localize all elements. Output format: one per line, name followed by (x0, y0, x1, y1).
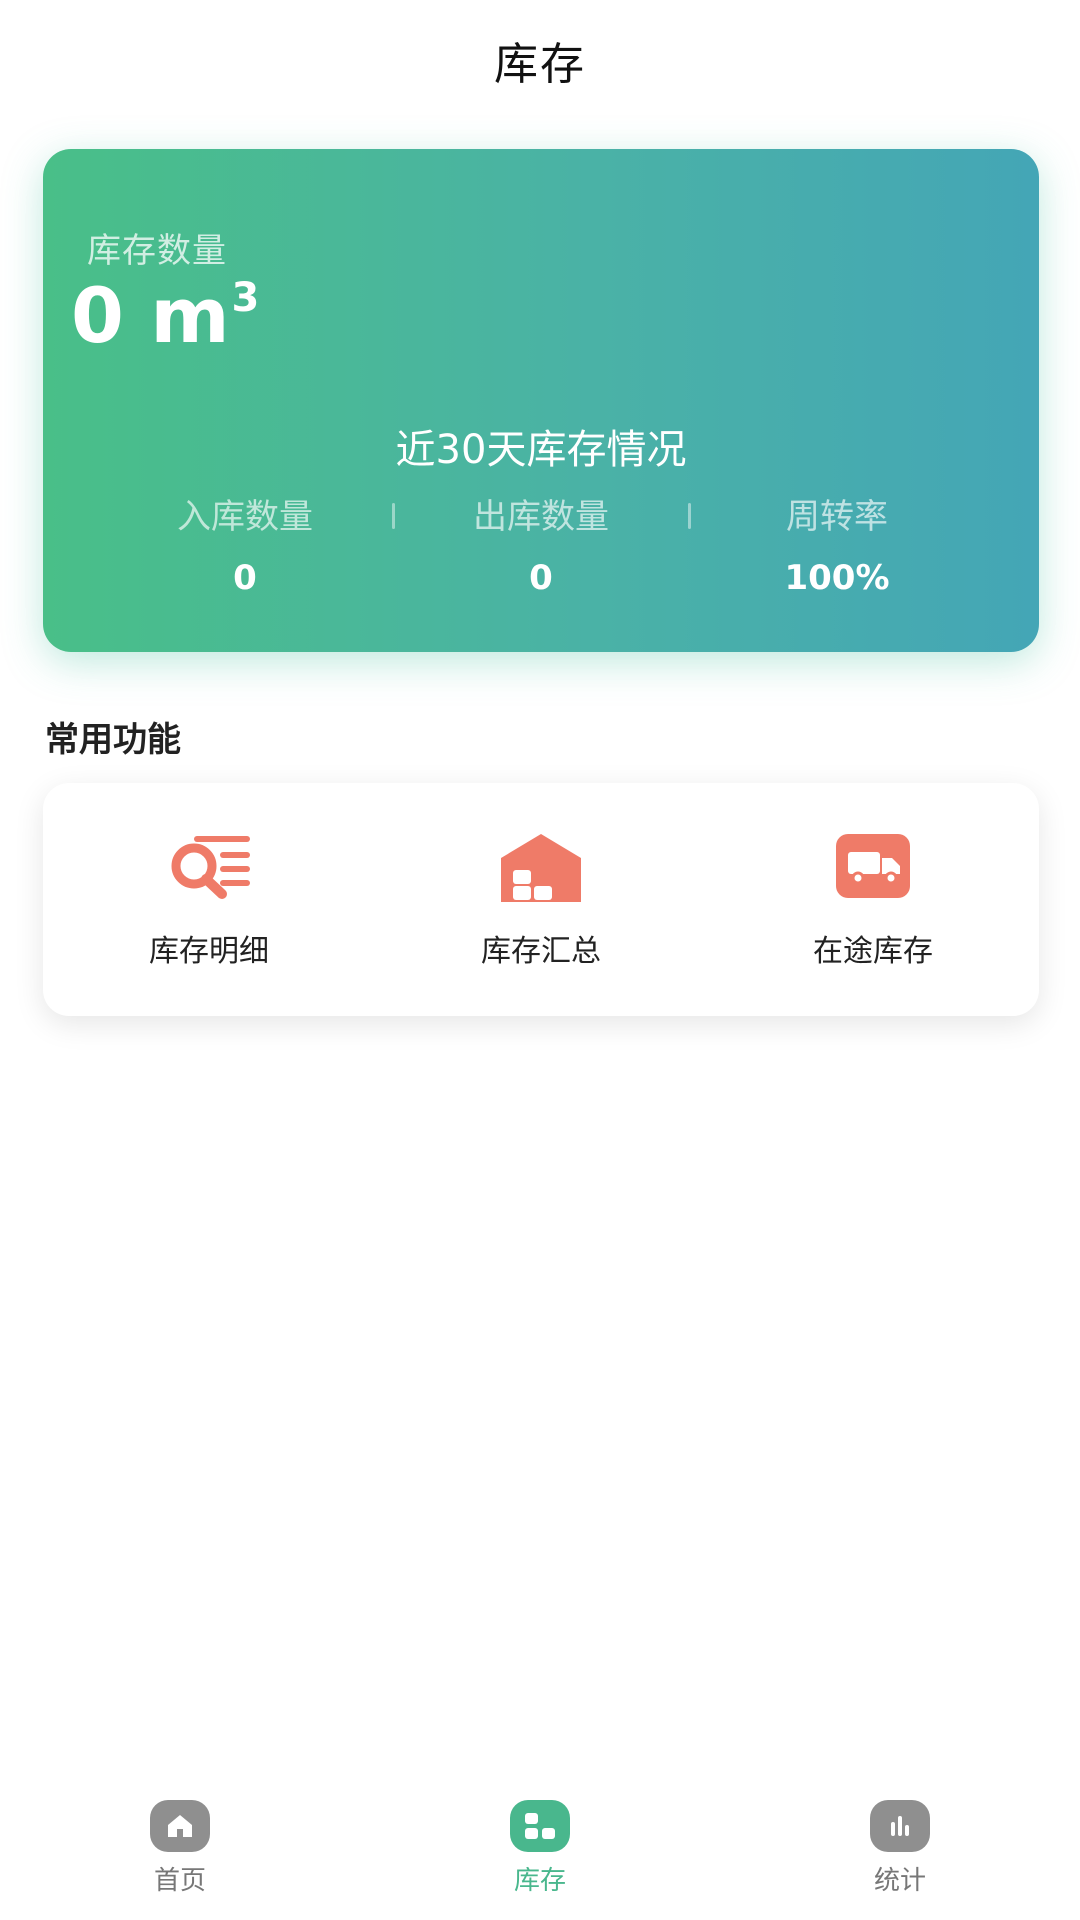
stat-outbound: 出库数量 0 (411, 489, 671, 598)
stock-quantity-value: 0 m 3 (71, 271, 259, 360)
function-label: 库存明细 (149, 933, 269, 969)
stat-divider (391, 503, 395, 529)
stat-label: 入库数量 (177, 497, 313, 537)
nav-item-home[interactable]: 首页 (120, 1800, 240, 1920)
stat-label: 出库数量 (473, 497, 609, 537)
grid-icon (510, 1800, 570, 1852)
common-functions-title: 常用功能 (45, 720, 181, 760)
function-in-transit[interactable]: 在途库存 (733, 830, 1013, 970)
home-icon (150, 1800, 210, 1852)
stat-turnover: 周转率 100% (707, 489, 967, 598)
unit-superscript: 3 (231, 275, 260, 321)
truck-icon (836, 833, 910, 898)
common-functions-card: 库存明细 库存汇总 在途库存 (43, 783, 1039, 1016)
nav-label: 库存 (513, 1866, 566, 1896)
stats-row: 入库数量 0 出库数量 0 周转率 100% (43, 489, 1039, 598)
bottom-nav: 首页 库存 统计 (0, 1800, 1080, 1920)
stat-label: 周转率 (786, 497, 888, 537)
stat-inbound: 入库数量 0 (115, 489, 375, 598)
function-label: 库存汇总 (481, 933, 601, 969)
stat-value: 100% (784, 558, 890, 598)
page-title: 库存 (494, 39, 586, 90)
nav-item-stats[interactable]: 统计 (840, 1800, 960, 1920)
function-stock-detail[interactable]: 库存明细 (69, 830, 349, 970)
nav-label: 首页 (153, 1866, 206, 1896)
stock-quantity-label: 库存数量 (87, 231, 227, 271)
bar-chart-icon (870, 1800, 930, 1852)
nav-label: 统计 (873, 1866, 926, 1896)
thirty-day-title: 近30天库存情况 (395, 427, 687, 473)
nav-item-inventory[interactable]: 库存 (480, 1800, 600, 1920)
stat-value: 0 (529, 558, 553, 598)
stat-value: 0 (233, 558, 257, 598)
stock-quantity-number: 0 m (71, 271, 230, 360)
inventory-summary-card: 库存数量 0 m 3 近30天库存情况 入库数量 0 出库数量 0 周转率 10… (43, 149, 1039, 652)
stat-divider (687, 503, 691, 529)
warehouse-icon (501, 833, 581, 902)
search-list-icon (171, 835, 250, 899)
inventory-page: 库存 库存数量 0 m 3 近30天库存情况 入库数量 0 出库数量 0 周转率… (0, 0, 1080, 1920)
function-label: 在途库存 (813, 933, 933, 969)
function-stock-summary[interactable]: 库存汇总 (401, 830, 681, 970)
